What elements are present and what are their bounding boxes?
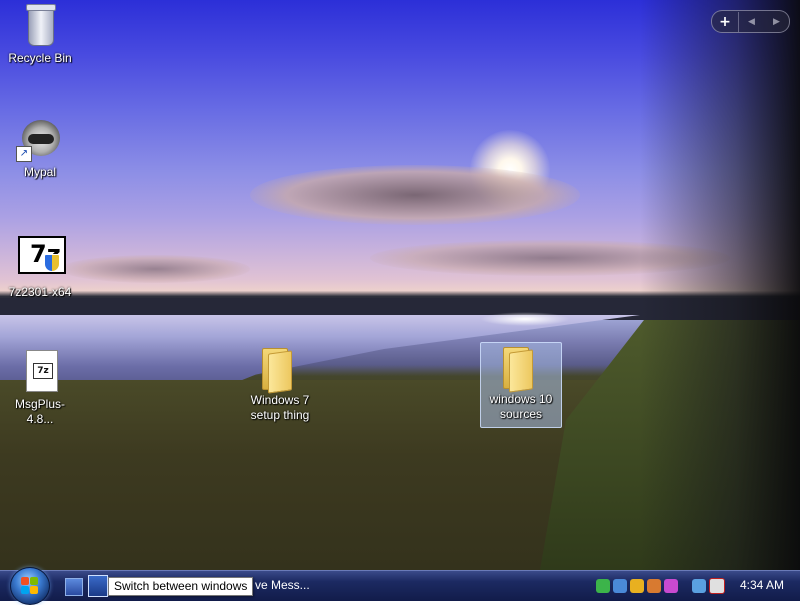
network-icon[interactable] <box>692 579 706 593</box>
windows-logo-icon <box>21 577 39 595</box>
windows10-sources-label: windows 10 sources <box>489 392 553 421</box>
switch-windows-tooltip: Switch between windows <box>108 577 254 596</box>
messenger-user-icon[interactable] <box>613 579 627 593</box>
folder-icon <box>256 344 304 394</box>
messenger-online-icon[interactable] <box>596 579 610 593</box>
show-desktop-icon[interactable] <box>65 578 83 596</box>
mypal-shortcut[interactable]: ↗ Mypal <box>0 116 80 181</box>
windows10-sources-folder[interactable]: windows 10 sources <box>480 342 562 428</box>
add-gadget-button[interactable]: + <box>712 11 739 32</box>
water-glare <box>480 312 570 326</box>
security-shield-icon[interactable] <box>630 579 644 593</box>
windows7-setup-label: Windows 7 setup thing <box>250 393 310 422</box>
cloud <box>250 165 580 225</box>
volume-muted-icon[interactable] <box>709 578 725 594</box>
messenger-task-button[interactable]: ve Mess... <box>255 578 310 592</box>
windows7-setup-folder[interactable]: Windows 7 setup thing <box>240 344 320 424</box>
7z-installer-label: 7z2301-x64 <box>8 285 72 299</box>
shortcut-arrow-icon: ↗ <box>16 146 32 162</box>
raccoon-icon: ↗ <box>16 116 64 164</box>
notification-area <box>596 576 725 596</box>
next-gadget-button[interactable]: ▶ <box>764 12 789 32</box>
folder-icon <box>497 343 545 393</box>
clock[interactable]: 4:34 AM <box>740 578 784 592</box>
recycle-bin-icon <box>16 2 64 50</box>
sidebar-gadget-controls: + ◀ ▶ <box>711 10 790 33</box>
uac-shield-icon <box>44 254 60 272</box>
switch-windows-icon[interactable] <box>88 575 108 597</box>
7z-installer-file[interactable]: 7z 7z2301-x64 <box>0 236 80 301</box>
cloud <box>60 255 250 283</box>
msgplus-label: MsgPlus-4.8... <box>14 397 65 426</box>
msgplus-archive-file[interactable]: 7z MsgPlus-4.8... <box>0 348 80 428</box>
7z-archive-icon: 7z <box>16 348 64 396</box>
7zip-installer-icon: 7z <box>16 236 66 284</box>
recycle-bin-label: Recycle Bin <box>8 51 72 65</box>
previous-gadget-button[interactable]: ◀ <box>739 12 764 32</box>
desktop-background <box>0 0 800 570</box>
recycle-bin-icon-item[interactable]: Recycle Bin <box>0 2 80 67</box>
app-tray-icon[interactable] <box>647 579 661 593</box>
app-tray-icon[interactable] <box>664 579 678 593</box>
right-shadow <box>640 0 800 570</box>
start-button[interactable] <box>10 567 50 605</box>
mypal-label: Mypal <box>23 165 56 179</box>
